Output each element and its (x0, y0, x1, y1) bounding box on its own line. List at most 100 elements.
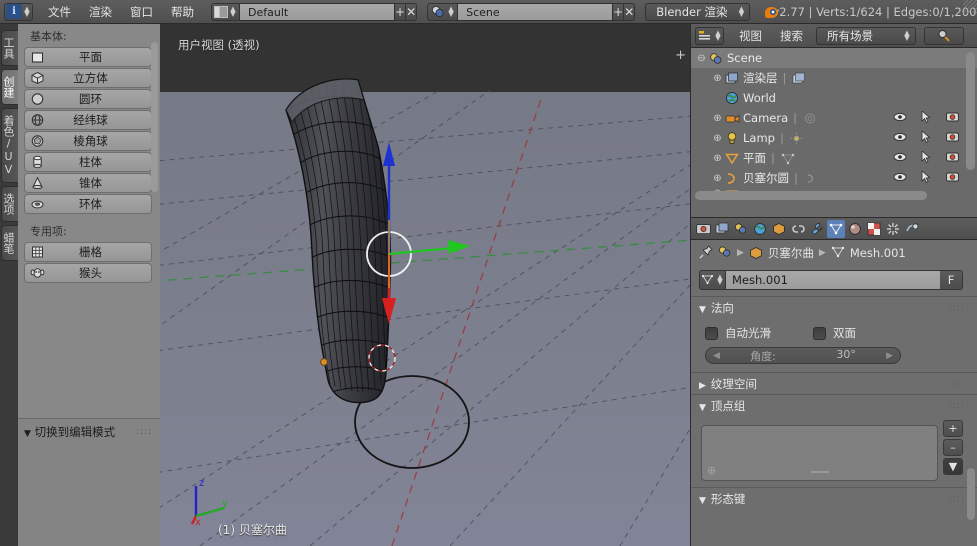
outliner-row-camera[interactable]: ⊕ Camera | (691, 108, 977, 128)
datablock-name-field[interactable]: ▲▼ F (699, 270, 963, 290)
add-scene-button[interactable]: + (613, 3, 624, 21)
physics-tab[interactable] (903, 220, 921, 238)
tab-tools[interactable]: 工具 (1, 30, 18, 66)
add-ico-sphere-button[interactable]: 棱角球 (24, 131, 152, 151)
outliner-row-scene[interactable]: ⊖ Scene (691, 48, 977, 68)
resize-grip-icon[interactable] (811, 471, 829, 473)
add-layout-button[interactable]: + (395, 3, 406, 21)
world-tab[interactable] (751, 220, 769, 238)
scene-icon[interactable] (718, 245, 732, 261)
outliner-row-world[interactable]: World (691, 88, 977, 108)
add-cone-button[interactable]: 锥体 (24, 173, 152, 193)
render-engine-dropdown[interactable]: Blender 渲染 ▲▼ (645, 3, 750, 21)
section-header-vertex-groups[interactable]: ▼顶点组 :::: (691, 394, 977, 416)
chevron-right-icon[interactable]: ▶ (886, 351, 893, 361)
menu-file[interactable]: 文件 (39, 2, 80, 22)
restrict-toggles[interactable] (893, 151, 959, 166)
expand-icon[interactable]: ⊕ (711, 133, 724, 144)
render-tab[interactable] (694, 220, 712, 238)
auto-smooth-checkbox[interactable]: 自动光滑 (705, 325, 771, 341)
editor-type-selector[interactable]: i ▲▼ (4, 3, 33, 21)
fake-user-button[interactable]: F (940, 273, 962, 287)
expand-icon[interactable]: ⊕ (711, 73, 724, 84)
datablock-name-input[interactable] (726, 271, 940, 289)
auto-smooth-angle-slider[interactable]: ◀ 角度: 30° ▶ (705, 347, 901, 364)
outliner-search-button[interactable] (924, 27, 964, 45)
add-monkey-button[interactable]: 猴头 (24, 263, 152, 283)
vertex-group-specials-button[interactable]: ▼ (943, 458, 963, 475)
add-small-icon[interactable]: ⊕ (707, 464, 716, 477)
cursor-icon[interactable] (919, 171, 933, 186)
data-tab[interactable] (827, 220, 845, 238)
cursor-icon[interactable] (919, 111, 933, 126)
menu-render[interactable]: 渲染 (80, 2, 121, 22)
add-torus-button[interactable]: 环体 (24, 194, 152, 214)
outliner-row-plane[interactable]: ⊕ 平面 | (691, 148, 977, 168)
grip-dots-icon[interactable]: :::: (949, 303, 965, 313)
breadcrumb-object-label[interactable]: 贝塞尔曲 (768, 245, 814, 261)
cursor-icon[interactable] (919, 131, 933, 146)
camera-restrict-icon[interactable] (945, 151, 959, 165)
camera-restrict-icon[interactable] (945, 171, 959, 185)
eye-icon[interactable] (893, 132, 907, 145)
add-cylinder-button[interactable]: 柱体 (24, 152, 152, 172)
texture-tab[interactable] (865, 220, 883, 238)
menu-window[interactable]: 窗口 (121, 2, 162, 22)
add-grid-button[interactable]: 栅格 (24, 242, 152, 262)
grip-dots-icon[interactable]: :::: (949, 379, 965, 389)
expand-icon[interactable]: ⊕ (711, 113, 724, 124)
tab-grease-pencil[interactable]: 蜡笔 (1, 225, 18, 261)
eye-icon[interactable] (893, 112, 907, 125)
scene-tab[interactable] (732, 220, 750, 238)
add-circle-button[interactable]: 圆环 (24, 89, 152, 109)
eye-icon[interactable] (893, 172, 907, 185)
outliner-menu-view[interactable]: 视图 (730, 26, 771, 46)
cursor-icon[interactable] (919, 151, 933, 166)
modifiers-tab[interactable] (808, 220, 826, 238)
eye-icon[interactable] (893, 152, 907, 165)
outliner-display-mode-selector[interactable]: ▲▼ (695, 27, 724, 45)
section-header-texture-space[interactable]: ▶纹理空间 :::: (691, 372, 977, 394)
breadcrumb-data-label[interactable]: Mesh.001 (850, 246, 906, 260)
object-tab[interactable] (770, 220, 788, 238)
object-tab-icon[interactable] (749, 246, 763, 260)
scene-selector[interactable]: ▲▼ (427, 3, 458, 21)
pin-icon[interactable] (699, 245, 713, 262)
3d-viewport[interactable]: 用户视图 (透视) + (1) 贝塞尔曲 z y x (160, 24, 690, 546)
grip-dots-icon[interactable]: :::: (949, 494, 965, 504)
tab-create[interactable]: 创建 (1, 69, 18, 105)
particles-tab[interactable] (884, 220, 902, 238)
material-tab[interactable] (846, 220, 864, 238)
constraints-tab[interactable] (789, 220, 807, 238)
translate-manipulator[interactable] (160, 24, 690, 546)
section-header-shape-keys[interactable]: ▼形态键 :::: (691, 487, 977, 509)
outliner-vertical-scrollbar[interactable] (966, 52, 975, 170)
camera-restrict-icon[interactable] (945, 131, 959, 145)
menu-help[interactable]: 帮助 (162, 2, 203, 22)
expand-icon[interactable]: ⊕ (711, 153, 724, 164)
checkbox-box[interactable] (705, 327, 718, 340)
delete-layout-button[interactable]: ✕ (406, 3, 417, 21)
viewport-add-icon[interactable]: + (675, 48, 686, 63)
chevron-left-icon[interactable]: ◀ (713, 351, 720, 361)
grip-dots-icon[interactable]: :::: (136, 427, 152, 437)
restrict-toggles[interactable] (893, 131, 959, 146)
renderlayers-tab[interactable] (713, 220, 731, 238)
grip-dots-icon[interactable]: :::: (949, 401, 965, 411)
tab-shading-uv[interactable]: 着色/UV (1, 108, 18, 183)
section-header-normals[interactable]: ▼法向 :::: (691, 296, 977, 318)
properties-scrollbar[interactable] (967, 468, 975, 520)
restrict-toggles[interactable] (893, 111, 959, 126)
restrict-toggles[interactable] (893, 171, 959, 186)
collapse-icon[interactable]: ⊖ (695, 53, 708, 64)
triangle-down-icon[interactable]: ▼ (24, 429, 31, 439)
delete-scene-button[interactable]: ✕ (624, 3, 635, 21)
outliner-scope-dropdown[interactable]: 所有场景 ▲▼ (816, 27, 916, 45)
outliner-row-render-layers[interactable]: ⊕ 渲染层 | (691, 68, 977, 88)
outliner-menu-search[interactable]: 搜索 (771, 26, 812, 46)
outliner-tree[interactable]: ⊖ Scene ⊕ 渲染层 | (691, 48, 977, 202)
add-vertex-group-button[interactable]: + (943, 420, 963, 437)
add-plane-button[interactable]: 平面 (24, 47, 152, 67)
screen-layout-name[interactable]: Default (240, 3, 395, 21)
remove-vertex-group-button[interactable]: – (943, 439, 963, 456)
